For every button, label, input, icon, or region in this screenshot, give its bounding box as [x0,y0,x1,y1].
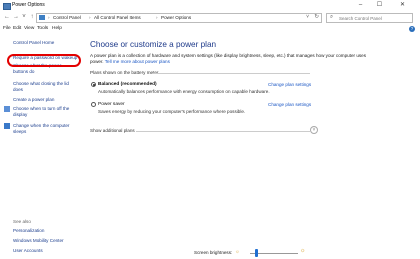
power-saver-change-settings-link[interactable]: Change plan settings [268,102,311,107]
computer-sleeps-link[interactable]: Change when the computer sleeps [13,123,77,134]
up-arrow-icon[interactable]: ↑ [28,13,36,21]
personalization-link[interactable]: Personalization [13,228,44,234]
control-panel-folder-icon [39,15,45,20]
power-saver-radio[interactable] [91,102,96,107]
breadcrumb-power-options[interactable]: Power Options [161,15,191,20]
recent-chevron-icon[interactable]: ˅ [20,13,28,21]
group-divider [152,72,310,73]
search-icon: ⌕ [330,14,334,20]
turn-off-display-link[interactable]: Choose when to turn off the display [13,106,79,117]
maximize-button[interactable]: ☐ [371,0,388,11]
brightness-high-icon: ☼ [300,248,306,254]
mobility-center-link[interactable]: Windows Mobility Center [13,238,64,244]
search-placeholder: Search Control Panel [339,15,382,21]
help-icon[interactable]: ? [409,26,415,32]
screen-brightness-label: Screen brightness: [194,250,233,255]
menu-edit[interactable]: Edit [13,26,21,31]
control-panel-home-link[interactable]: Control Panel Home [13,40,54,46]
balanced-plan-name[interactable]: Balanced (recommended) [98,82,157,87]
left-nav-pane: Control Panel Home Require a password on… [0,34,84,259]
breadcrumb-separator-icon: › [48,15,50,20]
expand-chevron-icon[interactable]: ˅ [310,126,318,134]
user-accounts-link[interactable]: User Accounts [13,248,43,254]
intro-text: A power plan is a collection of hardware… [90,53,370,65]
balanced-change-settings-link[interactable]: Change plan settings [268,82,311,87]
menu-file[interactable]: File [3,26,11,31]
page-title: Choose or customize a power plan [90,40,217,49]
menu-tools[interactable]: Tools [37,26,48,31]
window-title: Power Options [12,2,45,8]
address-bar[interactable]: › Control Panel › All Control Panel Item… [36,13,322,23]
breadcrumb-all-items[interactable]: All Control Panel Items [94,15,141,20]
closing-lid-link[interactable]: Choose what closing the lid does [13,81,77,92]
breadcrumb-separator-icon: › [156,15,158,20]
menu-bar: File Edit View Tools Help [0,25,420,33]
power-saver-plan-name[interactable]: Power saver [98,102,125,107]
show-additional-plans[interactable]: Show additional plans [90,128,135,133]
back-arrow-icon[interactable]: ← [3,13,11,21]
address-dropdown-icon[interactable]: ˅ [306,14,309,20]
group-label: Plans shown on the battery meter [90,70,159,75]
balanced-radio[interactable] [91,82,96,87]
additional-divider [136,130,310,131]
forward-arrow-icon[interactable]: → [12,13,20,21]
refresh-icon[interactable]: ↻ [314,14,319,20]
balanced-plan-desc: Automatically balances performance with … [98,89,270,94]
breadcrumb-separator-icon: › [89,15,91,20]
search-input[interactable]: ⌕ Search Control Panel [326,13,413,23]
brightness-low-icon: ☼ [235,249,240,255]
brightness-slider-thumb[interactable] [254,249,258,257]
see-also-label: See also [13,219,31,224]
close-button[interactable]: ✕ [394,0,411,11]
power-plans-help-link[interactable]: Tell me more about power plans [105,59,170,64]
minimize-button[interactable]: – [352,0,369,11]
breadcrumb-control-panel[interactable]: Control Panel [53,15,81,20]
menu-help[interactable]: Help [52,26,62,31]
display-icon [4,106,10,112]
power-saver-plan-desc: Saves energy by reducing your computer's… [98,109,246,114]
create-power-plan-link[interactable]: Create a power plan [13,97,77,103]
power-options-icon [3,3,11,10]
sleep-icon [4,123,10,129]
address-row: ← → ˅ ↑ › Control Panel › All Control Pa… [0,11,420,24]
menu-view[interactable]: View [24,26,34,31]
highlight-annotation [7,54,81,67]
title-bar: Power Options – ☐ ✕ [0,0,420,11]
main-content: Choose or customize a power plan A power… [84,34,420,259]
